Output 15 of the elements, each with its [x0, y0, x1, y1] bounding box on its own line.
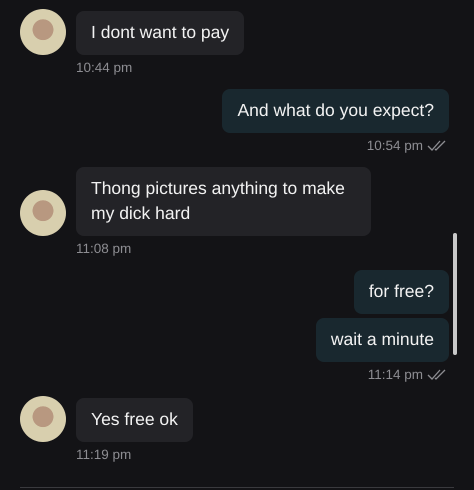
- message-time: 11:08 pm: [76, 241, 132, 257]
- message-time: 10:44 pm: [76, 60, 132, 76]
- message-bubble: for free?: [354, 270, 449, 314]
- message-time: 10:54 pm: [366, 138, 423, 154]
- scrollbar[interactable]: [453, 233, 457, 355]
- message-time: 11:14 pm: [368, 367, 423, 383]
- message-time: 11:19 pm: [76, 447, 132, 463]
- avatar[interactable]: [20, 396, 66, 442]
- message-bubble: Thong pictures anything to make my dick hard: [76, 167, 371, 236]
- avatar[interactable]: [20, 9, 66, 55]
- message-bubble: And what do you expect?: [222, 89, 449, 133]
- message-bubble: Yes free ok: [76, 398, 193, 442]
- message-bubble: wait a minute: [316, 318, 449, 362]
- message-bubble: I dont want to pay: [76, 11, 244, 55]
- avatar[interactable]: [20, 190, 66, 236]
